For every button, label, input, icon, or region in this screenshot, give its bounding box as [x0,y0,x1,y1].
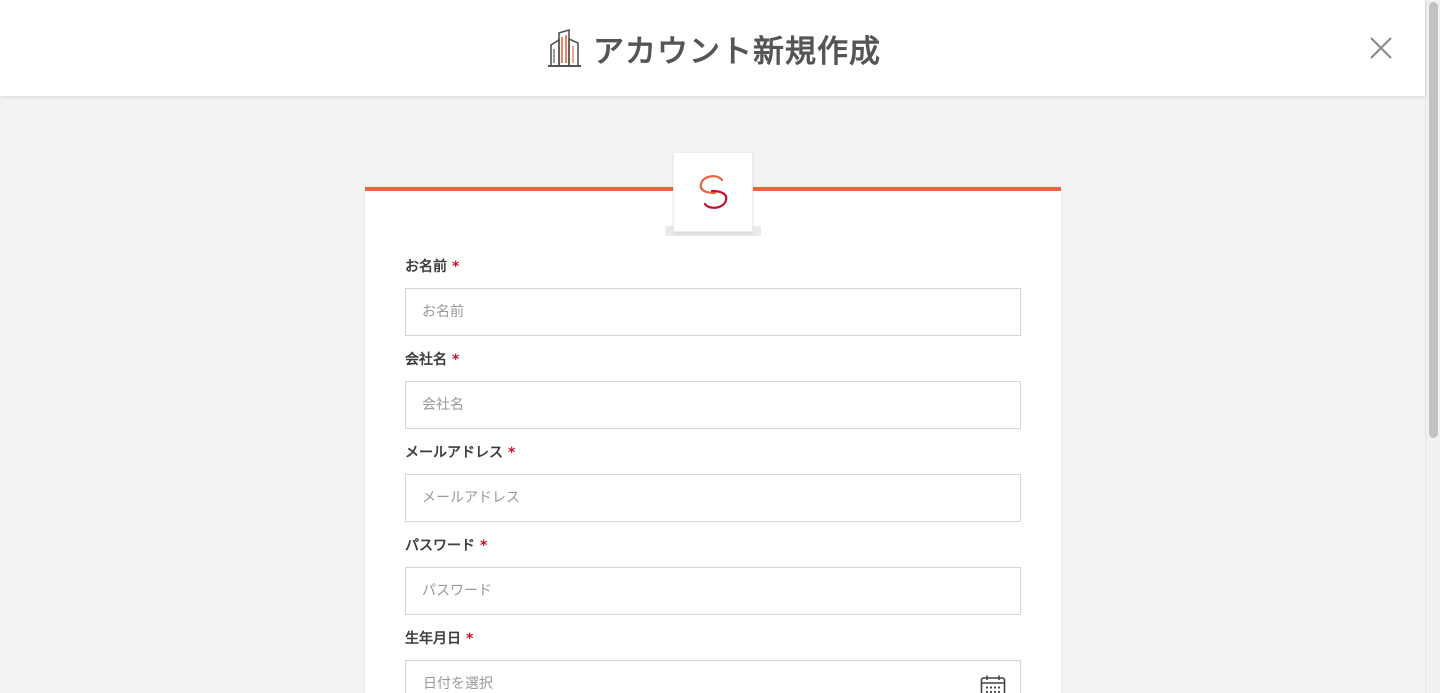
company-label: 会社名 * [405,352,460,368]
header-title-group: アカウント新規作成 [548,28,881,70]
building-logo-icon [548,29,581,67]
name-label: お名前 * [405,259,460,275]
company-input[interactable] [405,381,1021,429]
scrollbar-thumb[interactable] [1429,2,1438,438]
s-logo-icon [699,175,728,209]
password-label: パスワード * [405,538,488,554]
required-mark: * [452,352,460,368]
required-mark: * [508,445,516,461]
password-field-group: パスワード * [405,537,1021,615]
close-icon[interactable] [1366,33,1396,63]
email-input[interactable] [405,474,1021,522]
required-mark: * [480,538,488,554]
calendar-icon[interactable] [980,674,1006,693]
page-scrollbar[interactable] [1425,0,1440,693]
page-header: アカウント新規作成 [0,0,1425,96]
birthdate-field-group: 生年月日 * [405,630,1021,693]
page-title: アカウント新規作成 [593,33,881,70]
email-label: メールアドレス * [405,445,516,461]
company-field-group: 会社名 * [405,351,1021,429]
required-mark: * [452,259,460,275]
email-field-group: メールアドレス * [405,444,1021,522]
birthdate-label: 生年月日 * [405,631,474,647]
birthdate-input[interactable] [405,660,1021,693]
password-input[interactable] [405,567,1021,615]
brand-badge [673,152,753,232]
name-input[interactable] [405,288,1021,336]
birthdate-picker [405,660,1021,693]
name-field-group: お名前 * [405,258,1021,336]
required-mark: * [466,631,474,647]
